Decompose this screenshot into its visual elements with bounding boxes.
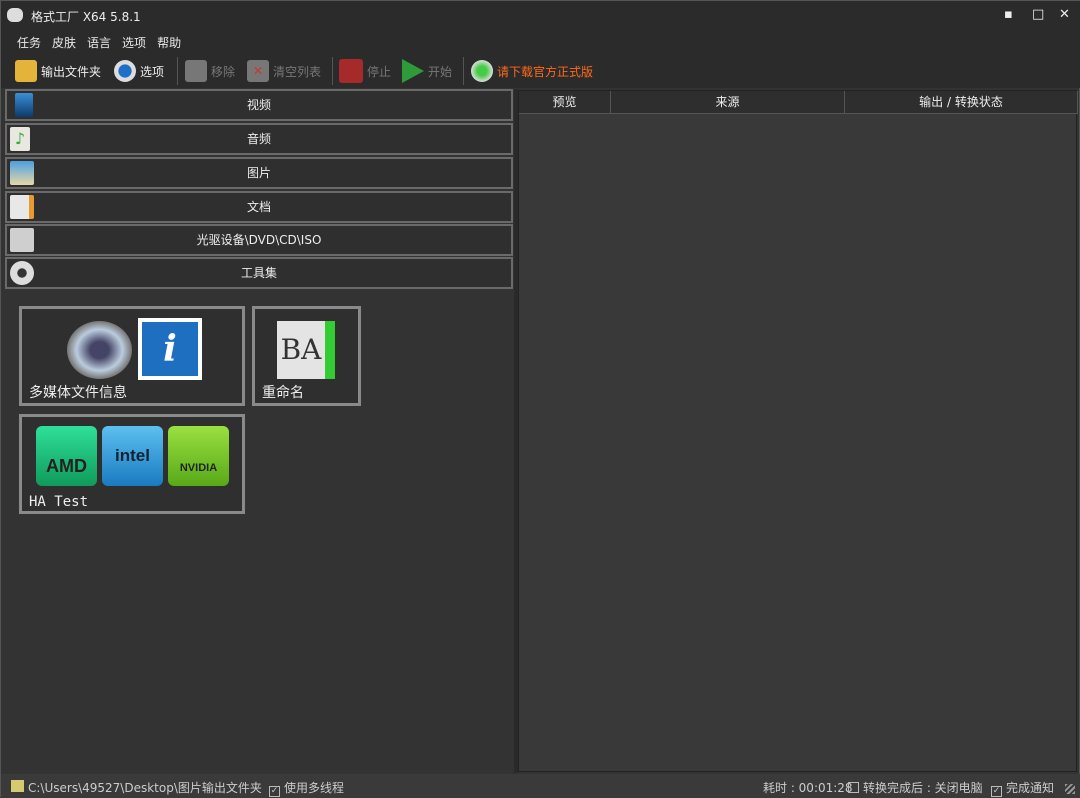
category-toolbox[interactable]: 工具集 [5, 257, 513, 289]
category-document[interactable]: 文档 [5, 191, 513, 223]
clear-list-icon: ✕ [247, 60, 269, 82]
gear-icon [114, 60, 136, 82]
multithread-label: 使用多线程 [284, 781, 345, 795]
resize-grip-icon[interactable] [1065, 784, 1075, 794]
column-source[interactable]: 来源 [611, 91, 845, 114]
rename-label: 重命名 [262, 385, 304, 401]
column-preview[interactable]: 预览 [519, 91, 611, 114]
notify-label: 完成通知 [1006, 781, 1055, 795]
category-video[interactable]: 视频 [5, 89, 513, 121]
video-icon [15, 93, 33, 117]
folder-small-icon [11, 780, 24, 792]
media-disc-icon [67, 321, 132, 379]
stop-button[interactable]: 停止 [339, 58, 391, 84]
clear-list-button[interactable]: ✕ 清空列表 [247, 58, 321, 84]
media-info-tool[interactable]: i 多媒体文件信息 [19, 306, 245, 406]
column-output-status[interactable]: 输出 / 转换状态 [845, 91, 1078, 114]
play-icon [402, 59, 424, 83]
stop-label: 停止 [367, 64, 392, 79]
media-info-label: 多媒体文件信息 [29, 385, 127, 401]
clear-list-label: 清空列表 [273, 64, 322, 79]
remove-label: 移除 [211, 64, 236, 79]
music-note-icon: ♪ [10, 127, 30, 151]
category-image[interactable]: 图片 [5, 157, 513, 189]
stop-icon [339, 59, 363, 83]
menu-options[interactable]: 选项 [122, 34, 146, 51]
menu-help[interactable]: 帮助 [157, 34, 181, 51]
output-folder-button[interactable]: 输出文件夹 [15, 58, 101, 84]
rename-tool[interactable]: BA 重命名 [252, 306, 361, 406]
category-audio[interactable]: ♪ 音频 [5, 123, 513, 155]
disc-drive-icon [10, 228, 34, 252]
menu-task[interactable]: 任务 [17, 34, 41, 51]
task-table: 预览 来源 输出 / 转换状态 [518, 90, 1078, 772]
after-done-checkbox[interactable]: 转换完成后 : 关闭电脑 [848, 779, 983, 796]
folder-icon [15, 60, 37, 82]
maximize-button[interactable]: □ [1032, 7, 1044, 22]
category-label: 视频 [246, 98, 271, 112]
options-button[interactable]: 选项 [114, 58, 164, 84]
remove-button[interactable]: 移除 [185, 58, 235, 84]
close-button[interactable]: ✕ [1059, 7, 1070, 22]
options-label: 选项 [140, 64, 165, 79]
menu-language[interactable]: 语言 [87, 34, 111, 51]
toolbar: 输出文件夹 选项 移除 ✕ 清空列表 停止 开始 请下载官方正式版 [1, 53, 1080, 88]
category-label: 工具集 [240, 266, 277, 280]
intel-icon: intel [102, 426, 163, 486]
category-label: 文档 [246, 200, 271, 214]
elapsed-time: 耗时 : 00:01:28 [763, 781, 853, 795]
info-icon: i [138, 318, 202, 380]
ha-test-label: HA Test [29, 494, 89, 510]
output-folder-label: 输出文件夹 [41, 64, 102, 79]
picture-icon [10, 161, 34, 185]
download-label: 请下载官方正式版 [497, 64, 594, 79]
category-label: 图片 [246, 166, 271, 180]
document-icon [10, 195, 34, 219]
category-disc[interactable]: 光驱设备\DVD\CD\ISO [5, 224, 513, 256]
category-label: 音频 [246, 132, 271, 146]
output-path[interactable]: C:\Users\49527\Desktop\图片输出文件夹 [28, 779, 262, 796]
minimize-button[interactable]: ▪ [1004, 7, 1013, 22]
notify-checkbox[interactable]: ✓ 完成通知 [991, 779, 1054, 797]
rename-ba-icon: BA [277, 321, 335, 379]
status-bar: C:\Users\49527\Desktop\图片输出文件夹 ✓ 使用多线程 耗时… [1, 774, 1080, 798]
download-official-link[interactable]: 请下载官方正式版 [471, 58, 593, 84]
start-label: 开始 [428, 64, 453, 79]
app-logo-icon [7, 8, 23, 22]
menu-skin[interactable]: 皮肤 [52, 34, 76, 51]
category-label: 光驱设备\DVD\CD\ISO [196, 233, 322, 247]
ha-test-tool[interactable]: AMD intel NVIDIA HA Test [19, 414, 245, 514]
title-bar: 格式工厂 X64 5.8.1 ▪ □ ✕ [1, 1, 1080, 31]
menu-bar: 任务 皮肤 语言 选项 帮助 [1, 31, 1080, 53]
nvidia-icon: NVIDIA [168, 426, 229, 486]
start-button[interactable]: 开始 [402, 58, 452, 84]
film-reel-icon [10, 261, 34, 285]
multithread-checkbox[interactable]: ✓ 使用多线程 [269, 779, 344, 797]
after-done-label: 转换完成后 : 关闭电脑 [863, 781, 983, 795]
window-title: 格式工厂 X64 5.8.1 [31, 10, 141, 24]
globe-icon [471, 60, 493, 82]
amd-icon: AMD [36, 426, 97, 486]
remove-file-icon [185, 60, 207, 82]
